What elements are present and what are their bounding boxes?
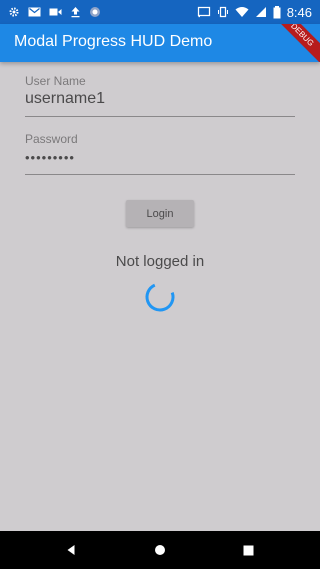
wifi-icon xyxy=(235,7,249,17)
page-title: Modal Progress HUD Demo xyxy=(14,33,213,50)
gmail-icon xyxy=(28,7,41,17)
recents-button[interactable] xyxy=(229,531,267,569)
upload-icon xyxy=(71,7,80,18)
username-underline xyxy=(25,116,295,117)
status-bar: 8:46 xyxy=(0,0,320,24)
username-field[interactable]: username1 xyxy=(25,90,105,108)
password-label: Password xyxy=(25,132,78,146)
video-icon xyxy=(49,8,62,16)
sync-icon xyxy=(90,7,100,17)
battery-icon xyxy=(273,5,281,18)
status-time: 8:46 xyxy=(286,4,312,20)
back-icon xyxy=(67,545,75,555)
home-button[interactable] xyxy=(141,531,179,569)
status-icons-left xyxy=(8,3,101,21)
navigation-bar xyxy=(0,531,320,569)
login-status-text: Not logged in xyxy=(115,253,205,270)
password-field[interactable]: ••••••••• xyxy=(25,150,75,165)
progress-spinner-icon xyxy=(145,282,175,312)
home-icon xyxy=(155,545,165,555)
signal-icon xyxy=(255,7,266,17)
recents-icon xyxy=(243,545,253,555)
app-bar: Modal Progress HUD Demo DEBUG xyxy=(0,24,320,62)
debug-banner: DEBUG xyxy=(268,24,320,62)
password-underline xyxy=(25,174,295,175)
settings-icon xyxy=(9,7,19,17)
back-button[interactable] xyxy=(52,531,90,569)
cast-icon xyxy=(197,6,210,18)
vibrate-icon xyxy=(217,6,228,18)
login-button[interactable]: Login xyxy=(126,200,194,227)
username-label: User Name xyxy=(25,74,86,88)
status-icons-right: 8:46 xyxy=(197,3,312,21)
